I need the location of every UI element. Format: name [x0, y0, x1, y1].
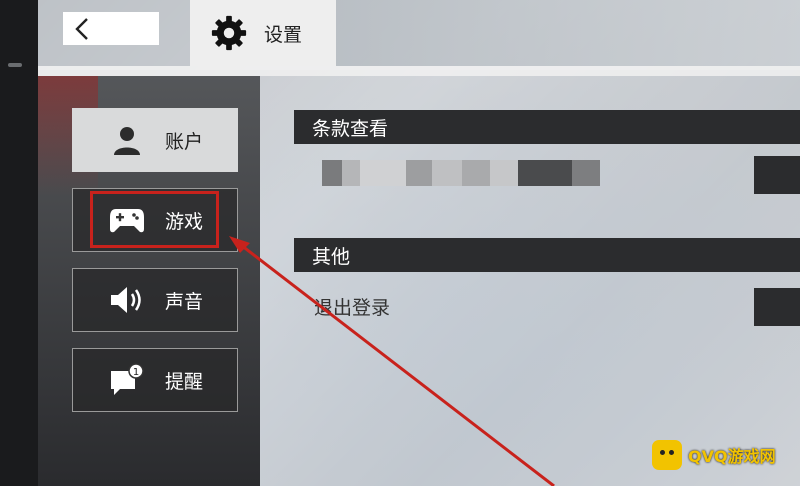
sidebar-item-label: 提醒: [165, 370, 204, 393]
settings-tab[interactable]: 设置: [190, 0, 336, 66]
terms-view-button[interactable]: [754, 156, 800, 194]
chevron-left-icon: [75, 17, 88, 40]
edge-notch: [8, 63, 22, 67]
left-edge-bar: [0, 0, 38, 486]
header-divider: [38, 66, 800, 76]
section-header-terms: 条款查看: [294, 110, 800, 144]
section-title: 条款查看: [312, 117, 389, 140]
back-button[interactable]: [63, 12, 159, 45]
watermark: QVQ游戏网: [652, 440, 776, 470]
logout-label: 退出登录: [314, 297, 391, 319]
sidebar-item-label: 账户: [165, 130, 204, 153]
section-title: 其他: [312, 245, 351, 268]
speaker-icon: [107, 280, 147, 320]
notification-bubble-icon: 1: [107, 360, 147, 400]
sidebar-item-account[interactable]: 账户: [72, 108, 238, 172]
sidebar-item-sound[interactable]: 声音: [72, 268, 238, 332]
sidebar-item-reminder[interactable]: 1 提醒: [72, 348, 238, 412]
notification-badge: 1: [133, 367, 139, 378]
watermark-logo-icon: [652, 440, 682, 470]
settings-title: 设置: [264, 23, 303, 46]
gear-icon: [211, 15, 247, 51]
header-background: [336, 0, 800, 66]
logout-button[interactable]: [754, 288, 800, 326]
sidebar-item-label: 声音: [165, 290, 204, 313]
person-icon: [107, 120, 147, 160]
highlight-box: [90, 191, 219, 248]
section-header-other: 其他: [294, 238, 800, 272]
watermark-text: QVQ游戏网: [688, 447, 776, 466]
